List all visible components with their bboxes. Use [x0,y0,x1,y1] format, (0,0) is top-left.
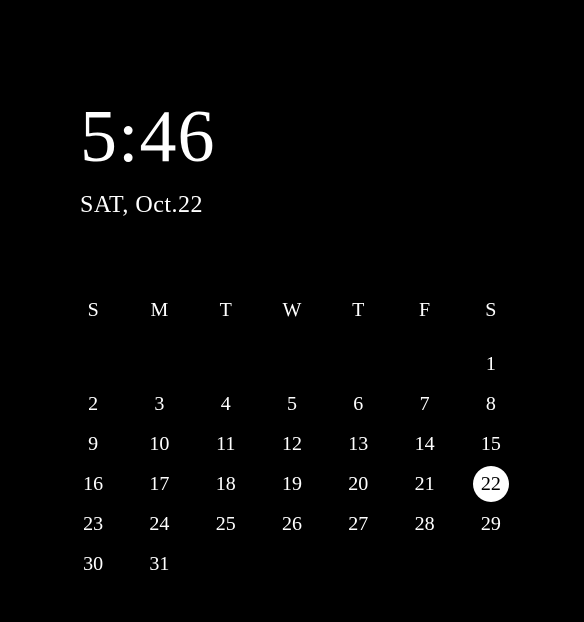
calendar-day-cell[interactable]: 20 [325,464,391,504]
calendar-day-number: 14 [415,433,435,456]
calendar-day-cell[interactable]: 19 [259,464,325,504]
calendar-day-number: 2 [88,393,98,416]
calendar-day-cell[interactable]: 28 [391,504,457,544]
calendar-day-number: 27 [348,513,368,536]
calendar-day-cell[interactable]: 21 [391,464,457,504]
calendar-day-number: 3 [154,393,164,416]
calendar-day-cell[interactable]: 14 [391,424,457,464]
calendar-day-number: 24 [149,513,169,536]
calendar-day-number: 8 [486,393,496,416]
calendar-header-day: T [193,299,259,344]
widget-container: 5:46 SAT, Oct.22 SMTWTFS0000001234567891… [0,0,584,584]
calendar-day-cell[interactable]: 15 [458,424,524,464]
calendar-day-number: 31 [149,553,169,576]
calendar-grid: SMTWTFS000000123456789101112131415161718… [60,299,524,584]
calendar-day-number: 10 [149,433,169,456]
calendar-day-cell[interactable]: 8 [458,384,524,424]
calendar-day-cell[interactable]: 27 [325,504,391,544]
calendar-day-number: 22 [473,466,509,502]
calendar-day-number: 25 [216,513,236,536]
calendar-day-number: 11 [216,433,235,456]
date-display: SAT, Oct.22 [80,192,524,219]
calendar-day-cell[interactable]: 25 [193,504,259,544]
calendar-day-cell[interactable]: 12 [259,424,325,464]
calendar-day-number: 15 [481,433,501,456]
calendar-day-number: 23 [83,513,103,536]
calendar-day-number: 5 [287,393,297,416]
calendar-header-day: M [126,299,192,344]
calendar-day-number: 28 [415,513,435,536]
calendar-day-number: 30 [83,553,103,576]
calendar-day-cell[interactable]: 13 [325,424,391,464]
clock-section: 5:46 SAT, Oct.22 [60,0,524,219]
calendar-day-cell[interactable]: 30 [60,544,126,584]
calendar-day-cell[interactable]: 6 [325,384,391,424]
calendar-day-number: 18 [216,473,236,496]
calendar-day-number: 9 [88,433,98,456]
calendar-day-cell[interactable]: 23 [60,504,126,544]
calendar-day-cell-today[interactable]: 22 [458,464,524,504]
calendar-day-cell[interactable]: 24 [126,504,192,544]
calendar-header-day: W [259,299,325,344]
calendar-day-cell[interactable]: 11 [193,424,259,464]
calendar-day-number: 26 [282,513,302,536]
calendar-day-number: 21 [415,473,435,496]
calendar-header-day: T [325,299,391,344]
calendar-day-number: 16 [83,473,103,496]
calendar-header-day: S [60,299,126,344]
calendar-day-cell[interactable]: 3 [126,384,192,424]
calendar-day-cell[interactable]: 4 [193,384,259,424]
calendar-header-day: S [458,299,524,344]
calendar-day-number: 1 [486,353,496,376]
calendar-day-cell[interactable]: 17 [126,464,192,504]
calendar-day-number: 20 [348,473,368,496]
calendar-day-number: 4 [221,393,231,416]
calendar-day-number: 19 [282,473,302,496]
calendar-day-cell[interactable]: 16 [60,464,126,504]
calendar-day-number: 7 [420,393,430,416]
calendar-day-cell[interactable]: 31 [126,544,192,584]
calendar-day-number: 29 [481,513,501,536]
calendar-day-cell[interactable]: 7 [391,384,457,424]
calendar-day-cell[interactable]: 5 [259,384,325,424]
calendar-day-cell[interactable]: 26 [259,504,325,544]
calendar-header-day: F [391,299,457,344]
calendar-day-cell[interactable]: 29 [458,504,524,544]
calendar-day-number: 12 [282,433,302,456]
calendar-day-cell[interactable]: 9 [60,424,126,464]
calendar-day-cell[interactable]: 10 [126,424,192,464]
calendar-day-number: 6 [353,393,363,416]
calendar: SMTWTFS000000123456789101112131415161718… [60,299,524,584]
calendar-day-cell[interactable]: 1 [458,344,524,384]
calendar-day-number: 17 [149,473,169,496]
calendar-day-cell[interactable]: 2 [60,384,126,424]
calendar-day-number: 13 [348,433,368,456]
calendar-day-cell[interactable]: 18 [193,464,259,504]
time-display: 5:46 [80,100,524,174]
